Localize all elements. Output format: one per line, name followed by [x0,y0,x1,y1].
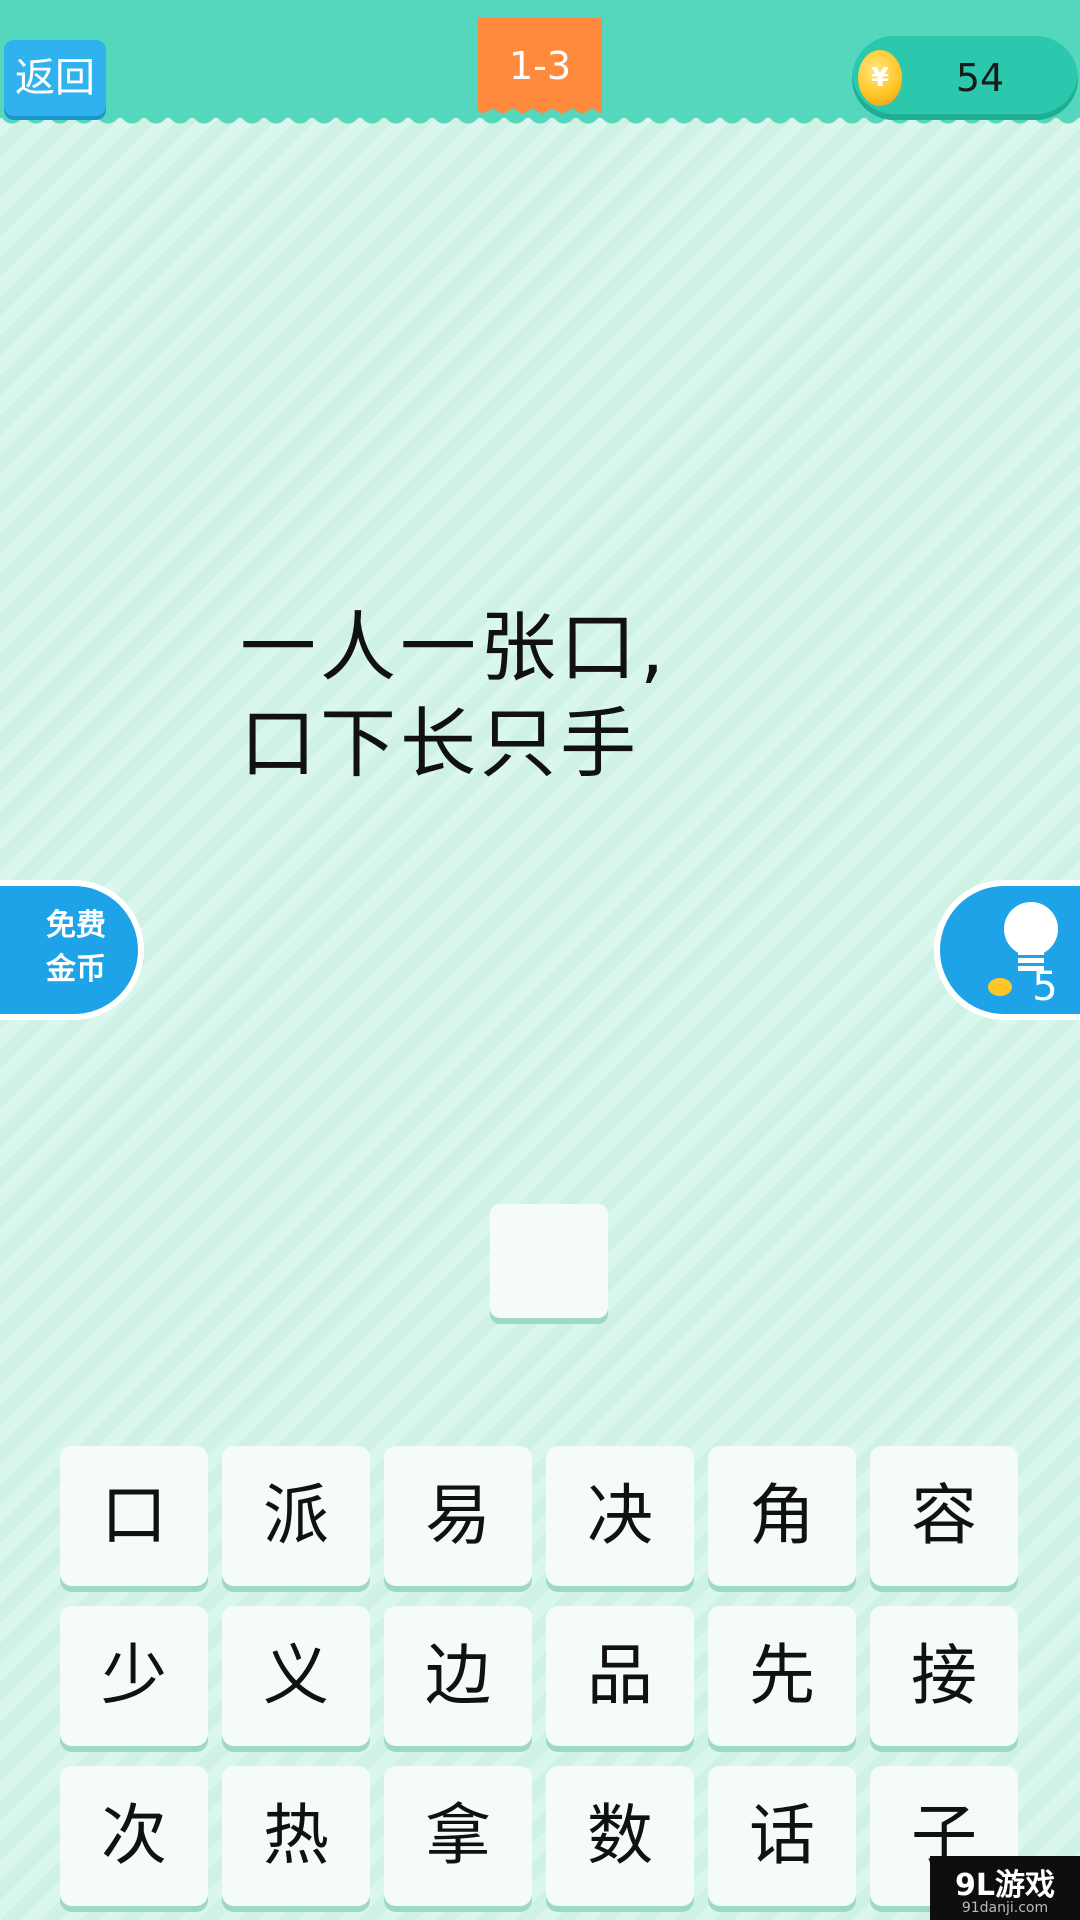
free-coins-label-line-2: 金币 [46,952,106,987]
watermark-logo-text: 9L游戏 [955,1868,1055,1903]
hint-cost: 5 [1032,964,1058,1010]
riddle-text: 一人一张口, 口下长只手 [240,600,860,792]
watermark-url: 91danji.com [961,1900,1049,1916]
hint-coin-icon [988,978,1012,996]
char-key[interactable]: 热 [222,1766,370,1906]
char-key[interactable]: 先 [708,1606,856,1746]
lightbulb-icon[interactable] [1004,902,1058,956]
free-coins-label-line-1: 免费 [46,908,106,943]
free-coins-label[interactable]: 免费 金币 [26,904,126,992]
char-key[interactable]: 义 [222,1606,370,1746]
char-key[interactable]: 数 [546,1766,694,1906]
level-indicator: 1-3 [478,18,602,114]
char-key[interactable]: 少 [60,1606,208,1746]
char-key[interactable]: 品 [546,1606,694,1746]
answer-slot[interactable] [490,1204,608,1318]
char-key[interactable]: 派 [222,1446,370,1586]
char-key[interactable]: 接 [870,1606,1018,1746]
site-watermark: 9L游戏 91danji.com [930,1856,1080,1920]
back-button[interactable]: 返回 [4,40,106,116]
char-key[interactable]: 角 [708,1446,856,1586]
coin-icon: ¥ [858,50,902,106]
coin-count: 54 [955,56,1005,100]
char-key[interactable]: 决 [546,1446,694,1586]
char-key[interactable]: 拿 [384,1766,532,1906]
riddle-line-2: 口下长只手 [240,699,640,788]
char-key[interactable]: 次 [60,1766,208,1906]
char-key[interactable]: 口 [60,1446,208,1586]
char-key[interactable]: 容 [870,1446,1018,1586]
riddle-line-1: 一人一张口, [240,603,669,692]
char-key[interactable]: 易 [384,1446,532,1586]
char-key[interactable]: 话 [708,1766,856,1906]
char-key[interactable]: 边 [384,1606,532,1746]
